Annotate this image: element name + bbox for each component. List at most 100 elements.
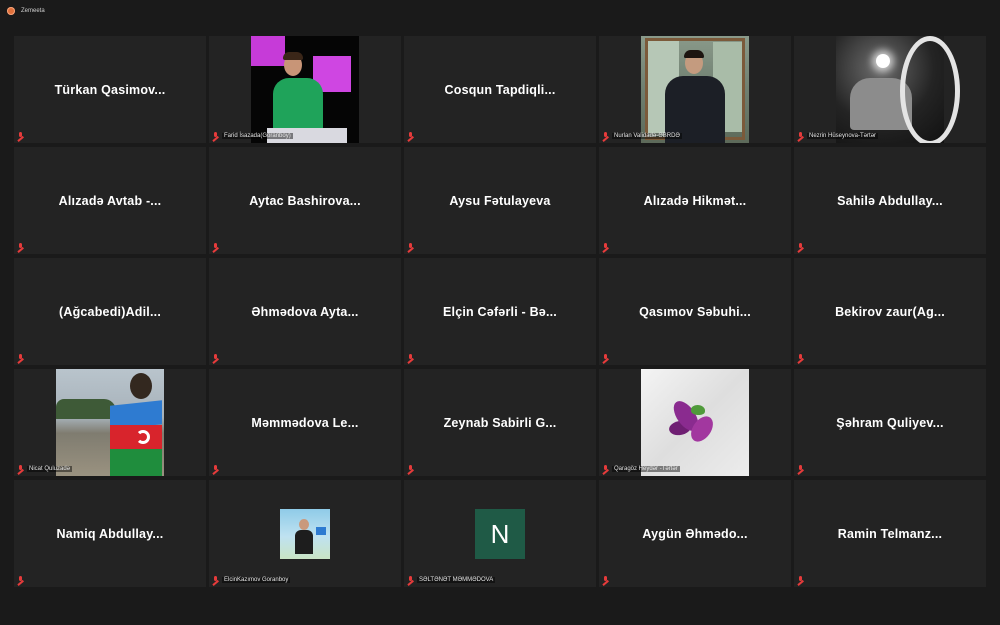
participant-name: Əhmədova Ayta... (251, 304, 359, 319)
participant-footer (602, 575, 609, 585)
mic-muted-icon (17, 132, 24, 140)
zoom-app-icon (7, 7, 15, 15)
participant-name: Ramin Telmanz... (837, 526, 943, 541)
mic-muted-icon (797, 576, 804, 584)
participant-tile[interactable]: Cosqun Tapdiqli... (404, 36, 596, 143)
participant-tile[interactable]: Alızadə Avtab -... (14, 147, 206, 254)
participant-video (641, 369, 749, 476)
window-titlebar: Zemeeta (0, 0, 1000, 22)
participant-name: Şəhram Quliyev... (836, 415, 944, 430)
participant-footer (797, 353, 804, 363)
participant-footer (17, 242, 24, 252)
participant-tile[interactable]: Şəhram Quliyev... (794, 369, 986, 476)
participant-tile[interactable]: Sahilə Abdullay... (794, 147, 986, 254)
participant-footer (602, 242, 609, 252)
mic-muted-icon (212, 243, 219, 251)
participant-name: Aysu Fətulayeva (449, 193, 551, 208)
participant-footer (17, 575, 24, 585)
participant-footer: Nezrin Hüseynova-Tərtər (797, 131, 879, 141)
mic-muted-icon (797, 354, 804, 362)
window-title: Zemeeta (21, 8, 45, 14)
participant-footer (797, 575, 804, 585)
participant-footer: Farid İsazada(Göranboy) (212, 131, 293, 141)
participant-footer (407, 131, 414, 141)
participant-tile[interactable]: Əhmədova Ayta... (209, 258, 401, 365)
participant-tile[interactable]: ElcinKazımov Goranboy (209, 480, 401, 587)
participant-avatar: N (475, 509, 525, 559)
participant-tile[interactable]: Aygün Əhmədo... (599, 480, 791, 587)
mic-muted-icon (17, 354, 24, 362)
participant-footer (17, 131, 24, 141)
participant-name: Namiq Abdullay... (56, 526, 164, 541)
participant-label: Nezrin Hüseynova-Tərtər (807, 133, 879, 139)
participant-tile[interactable]: Nicat Quluzadə (14, 369, 206, 476)
participant-tile[interactable]: Elçin Cəfərli - Bə... (404, 258, 596, 365)
participant-name: (Ağcabedi)Adil... (58, 304, 161, 319)
participant-video (836, 36, 960, 143)
participant-tile[interactable]: Məmmədova Le... (209, 369, 401, 476)
participant-footer: SƏLTƏNƏT MƏMMƏDOVA (407, 575, 496, 585)
mic-muted-icon (602, 465, 609, 473)
mic-muted-icon (797, 243, 804, 251)
participant-name: Bekirov zaur(Ag... (835, 304, 945, 319)
participant-name: Zeynab Sabirli G... (443, 415, 557, 430)
participant-tile[interactable]: (Ağcabedi)Adil... (14, 258, 206, 365)
participant-name: Elçin Cəfərli - Bə... (443, 304, 557, 319)
mic-muted-icon (212, 354, 219, 362)
participant-name: Alızadə Hikmət... (643, 193, 747, 208)
participant-name: Türkan Qasimov... (54, 82, 166, 97)
participant-name: Aygün Əhmədo... (642, 526, 748, 541)
participant-footer (17, 353, 24, 363)
participant-footer: Nicat Quluzadə (17, 464, 73, 474)
participant-name: Aytac Bashirova... (249, 193, 361, 208)
mic-muted-icon (17, 465, 24, 473)
mic-muted-icon (407, 576, 414, 584)
participant-tile[interactable]: N SƏLTƏNƏT MƏMMƏDOVA (404, 480, 596, 587)
participant-tile[interactable]: Farid İsazada(Göranboy) (209, 36, 401, 143)
mic-muted-icon (602, 576, 609, 584)
participant-tile[interactable]: Ramin Telmanz... (794, 480, 986, 587)
participant-name: Alızadə Avtab -... (58, 193, 162, 208)
participant-label: Qaragöz Heydər -Tərtər (612, 466, 680, 472)
mic-muted-icon (602, 354, 609, 362)
mic-muted-icon (212, 576, 219, 584)
participant-video (251, 36, 359, 143)
participant-footer (602, 353, 609, 363)
participant-footer (407, 464, 414, 474)
participant-footer (212, 353, 219, 363)
participant-tile[interactable]: Aysu Fətulayeva (404, 147, 596, 254)
participant-tile[interactable]: Bekirov zaur(Ag... (794, 258, 986, 365)
participant-gallery: Türkan Qasimov... Farid İsazada(Göranboy… (14, 36, 986, 589)
participant-footer (797, 242, 804, 252)
participant-label: Farid İsazada(Göranboy) (222, 133, 293, 139)
participant-name: Cosqun Tapdiqli... (444, 82, 556, 97)
participant-name: Sahilə Abdullay... (837, 193, 943, 208)
participant-footer (797, 464, 804, 474)
participant-video (56, 369, 164, 476)
participant-name: Məmmədova Le... (251, 415, 359, 430)
mic-muted-icon (17, 243, 24, 251)
participant-tile[interactable]: Aytac Bashirova... (209, 147, 401, 254)
participant-footer (212, 464, 219, 474)
participant-tile[interactable]: Türkan Qasimov... (14, 36, 206, 143)
participant-tile[interactable]: Qaragöz Heydər -Tərtər (599, 369, 791, 476)
mic-muted-icon (797, 132, 804, 140)
mic-muted-icon (797, 465, 804, 473)
participant-label: ElcinKazımov Goranboy (222, 577, 291, 583)
participant-tile[interactable]: Alızadə Hikmət... (599, 147, 791, 254)
participant-tile[interactable]: Zeynab Sabirli G... (404, 369, 596, 476)
participant-footer (407, 242, 414, 252)
participant-footer: Nurlan Validadə-ƏBRDƏ (602, 131, 682, 141)
participant-tile[interactable]: Namiq Abdullay... (14, 480, 206, 587)
mic-muted-icon (407, 132, 414, 140)
participant-label: SƏLTƏNƏT MƏMMƏDOVA (417, 577, 496, 583)
mic-muted-icon (212, 465, 219, 473)
participant-footer: Qaragöz Heydər -Tərtər (602, 464, 680, 474)
participant-tile[interactable]: Nurlan Validadə-ƏBRDƏ (599, 36, 791, 143)
participant-tile[interactable]: Qasımov Səbuhi... (599, 258, 791, 365)
mic-muted-icon (602, 132, 609, 140)
mic-muted-icon (602, 243, 609, 251)
mic-muted-icon (17, 576, 24, 584)
participant-video (641, 36, 749, 143)
participant-tile[interactable]: Nezrin Hüseynova-Tərtər (794, 36, 986, 143)
